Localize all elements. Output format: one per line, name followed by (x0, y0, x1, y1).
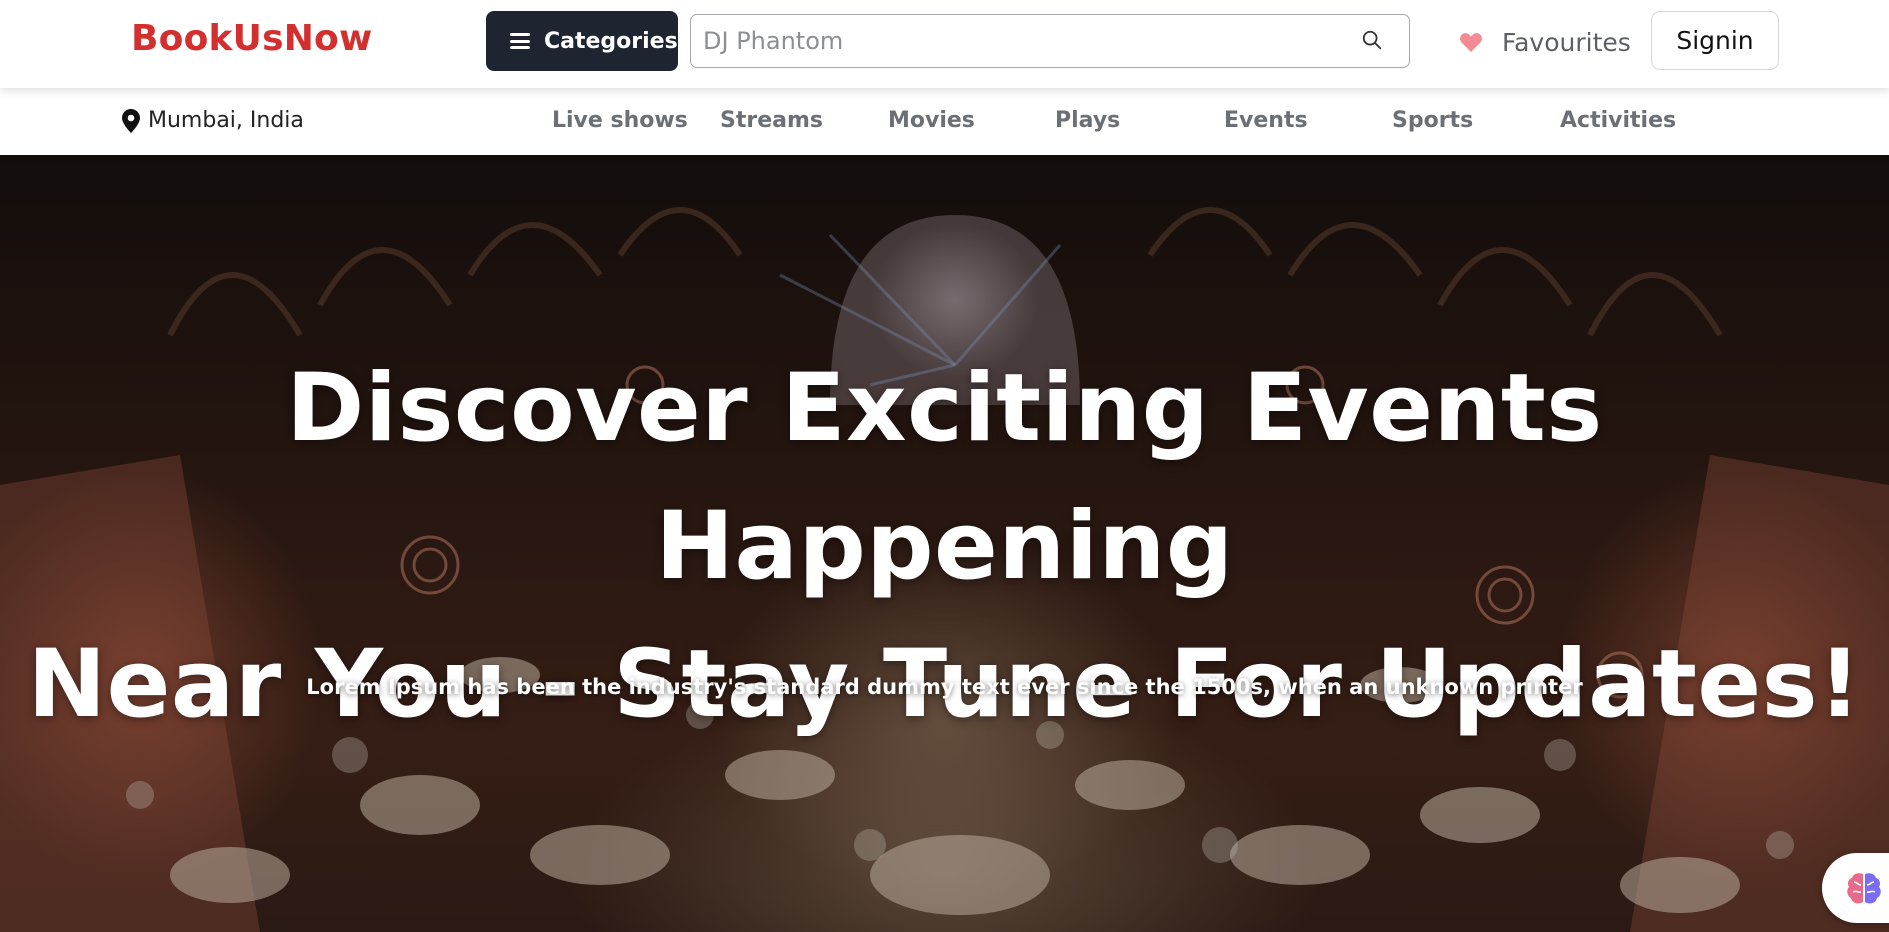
signin-label: Signin (1676, 26, 1754, 55)
secondary-nav: Mumbai, India Live shows Streams Movies … (0, 88, 1889, 155)
categories-button[interactable]: Categories (486, 11, 678, 71)
favourites-link[interactable]: Favourites (1458, 22, 1631, 62)
search-input[interactable] (703, 23, 1343, 59)
map-pin-icon (122, 108, 140, 133)
search-icon[interactable] (1361, 29, 1383, 51)
nav-item-plays[interactable]: Plays (1055, 108, 1120, 133)
nav-item-live-shows[interactable]: Live shows (552, 108, 688, 133)
hero-title-line-1: Discover Exciting Events Happening (286, 354, 1603, 601)
brand-logo[interactable]: BookUsNow (131, 18, 372, 59)
search-box[interactable] (690, 14, 1410, 68)
nav-item-movies[interactable]: Movies (888, 108, 975, 133)
hero-subtitle: Lorem Ipsum has been the industry's stan… (306, 675, 1583, 699)
location-label: Mumbai, India (148, 108, 304, 133)
hamburger-icon (510, 33, 530, 49)
hero-banner: Discover Exciting Events Happening Near … (0, 155, 1889, 932)
nav-item-streams[interactable]: Streams (720, 108, 823, 133)
heart-icon (1460, 33, 1482, 52)
nav-item-events[interactable]: Events (1224, 108, 1308, 133)
top-header: BookUsNow Categories Favourites Signin (0, 0, 1889, 88)
categories-label: Categories (544, 28, 678, 54)
favourites-label: Favourites (1502, 27, 1631, 57)
assistant-widget[interactable] (1822, 853, 1889, 923)
location-selector[interactable]: Mumbai, India (122, 108, 304, 133)
nav-item-sports[interactable]: Sports (1392, 108, 1473, 133)
nav-item-activities[interactable]: Activities (1560, 108, 1676, 133)
signin-button[interactable]: Signin (1651, 11, 1779, 70)
brain-icon (1847, 873, 1881, 904)
